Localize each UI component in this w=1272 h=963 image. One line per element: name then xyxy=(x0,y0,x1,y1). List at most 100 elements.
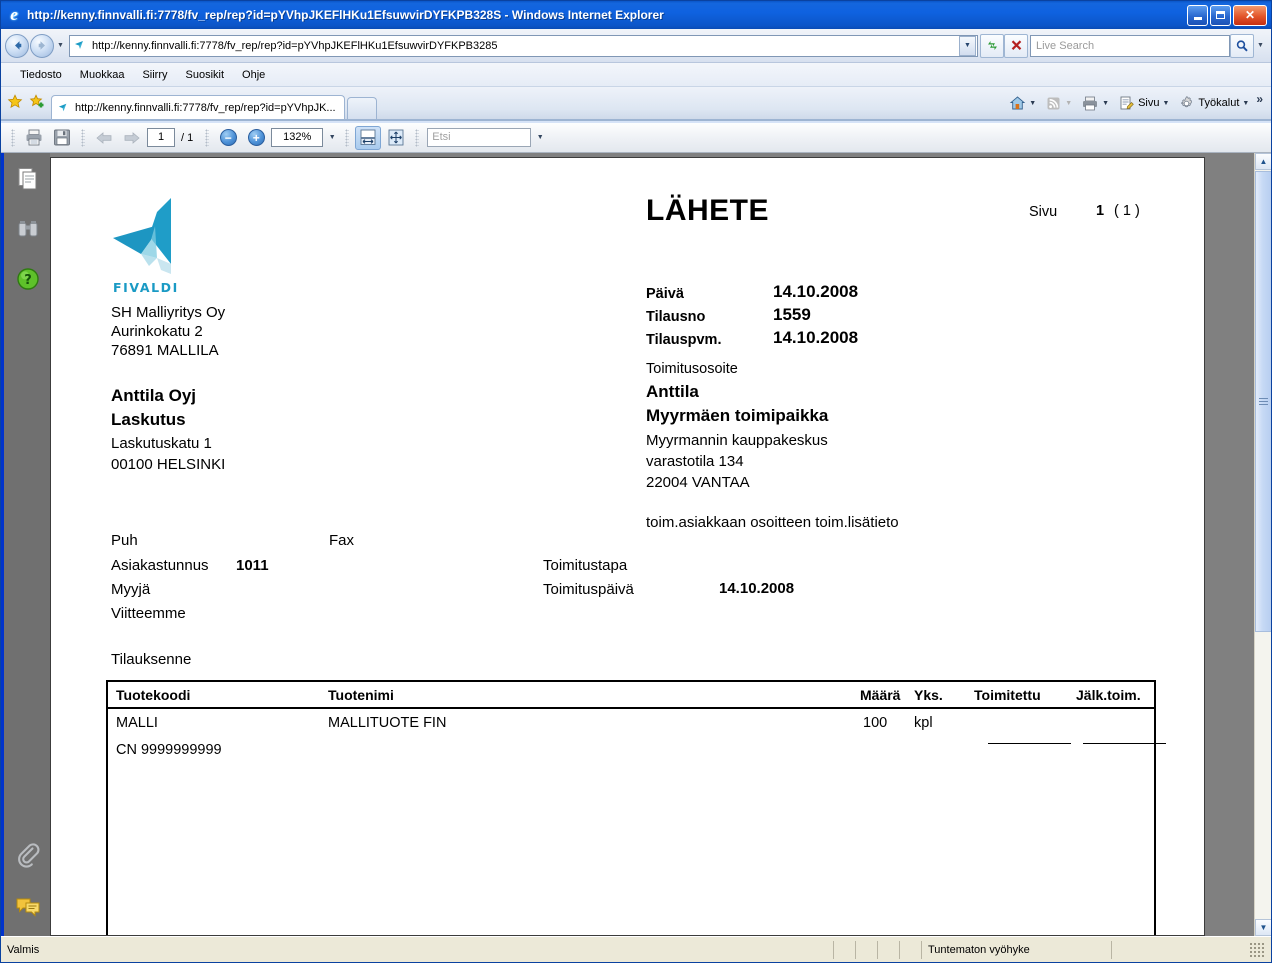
toolbar-grip xyxy=(81,128,85,147)
address-input[interactable]: http://kenny.finnvalli.fi:7778/fv_rep/re… xyxy=(92,40,959,52)
menu-item-tiedosto[interactable]: Tiedosto xyxy=(11,67,71,83)
tools-menu-label: Työkalut xyxy=(1198,97,1240,109)
items-table-body: MALLI MALLITUOTE FIN 100 kpl CN 99999999… xyxy=(108,709,1166,934)
print-icon xyxy=(26,129,42,146)
print-caret[interactable]: ▼ xyxy=(1102,100,1109,107)
history-dropdown[interactable]: ▼ xyxy=(54,34,67,58)
billing-name-2: Laskutus xyxy=(111,410,186,429)
print-button[interactable]: ▼ xyxy=(1077,93,1113,114)
sender-line-2: Aurinkokatu 2 xyxy=(111,323,203,340)
zoom-in-button[interactable]: + xyxy=(243,126,269,150)
menu-item-muokkaa[interactable]: Muokkaa xyxy=(71,67,134,83)
fivaldi-logo xyxy=(111,196,187,292)
billing-city: 00100 HELSINKI xyxy=(111,456,226,473)
items-table-header: Tuotekoodi Tuotenimi Määrä Yks. Toimitet… xyxy=(108,682,1154,709)
search-icon xyxy=(1236,39,1248,51)
menu-item-siirry[interactable]: Siirry xyxy=(133,67,176,83)
menu-bar: Tiedosto Muokkaa Siirry Suosikit Ohje xyxy=(1,63,1271,87)
pdf-save-button[interactable] xyxy=(49,126,75,150)
maximize-button[interactable] xyxy=(1210,4,1231,26)
add-favorite-icon[interactable] xyxy=(29,93,45,113)
binoculars-search-icon[interactable] xyxy=(14,215,42,243)
close-button[interactable]: ✕ xyxy=(1233,4,1267,26)
menu-item-suosikit[interactable]: Suosikit xyxy=(177,67,234,83)
cell-delivered-0-underline xyxy=(988,743,1071,744)
find-dropdown-caret[interactable]: ▼ xyxy=(533,128,547,147)
cell-unit-0: kpl xyxy=(914,715,933,731)
forward-button[interactable] xyxy=(30,33,54,58)
toolbar-grip xyxy=(345,128,350,147)
status-slot-5 xyxy=(1111,940,1271,959)
pdf-toolbar: 1 / 1 − + 132% ▼ Etsi ▼ xyxy=(1,123,1271,153)
delivery-method-label: Toimitustapa xyxy=(543,557,628,574)
gear-icon xyxy=(1181,95,1193,107)
zoom-out-button[interactable]: − xyxy=(215,126,241,150)
billing-street: Laskutuskatu 1 xyxy=(111,435,212,452)
next-page-button[interactable] xyxy=(119,126,145,150)
tab-bar: http://kenny.finnvalli.fi:7778/fv_rep/re… xyxy=(1,87,1271,121)
customer-no-value: 1011 xyxy=(236,557,269,574)
refresh-button[interactable] xyxy=(980,33,1004,58)
zoom-level-input[interactable]: 132% xyxy=(271,128,324,147)
tools-menu-button[interactable]: Työkalut ▼ xyxy=(1174,93,1253,114)
find-input[interactable]: Etsi xyxy=(427,128,532,147)
fit-page-button[interactable] xyxy=(383,126,409,150)
pdf-print-button[interactable] xyxy=(21,126,47,150)
address-dropdown-button[interactable]: ▼ xyxy=(959,35,976,56)
previous-page-button[interactable] xyxy=(91,126,117,150)
scroll-up-button[interactable]: ▲ xyxy=(1255,153,1271,170)
caption-buttons: ✕ xyxy=(1187,4,1271,26)
address-bar: ▼ http://kenny.finnvalli.fi:7778/fv_rep/… xyxy=(1,29,1271,63)
fit-width-button[interactable] xyxy=(355,125,382,150)
help-icon[interactable]: ? xyxy=(14,265,42,293)
vertical-scrollbar[interactable]: ▲ ▼ xyxy=(1254,153,1271,936)
attachments-icon[interactable] xyxy=(14,841,42,869)
delivery-line-1: Myyrmannin kauppakeskus xyxy=(646,432,828,449)
field-value-tilauspvm: 14.10.2008 xyxy=(773,328,859,347)
page-menu-caret[interactable]: ▼ xyxy=(1162,100,1169,107)
tools-menu-caret[interactable]: ▼ xyxy=(1242,100,1249,107)
page-menu-button[interactable]: Sivu ▼ xyxy=(1114,93,1173,114)
command-overflow-button[interactable]: » xyxy=(1254,92,1265,114)
search-button[interactable] xyxy=(1230,33,1254,58)
scroll-down-button[interactable]: ▼ xyxy=(1255,919,1271,936)
favorites-center-icon[interactable] xyxy=(7,93,23,113)
our-reference-label: Viitteemme xyxy=(111,605,186,622)
zoom-dropdown-caret[interactable]: ▼ xyxy=(325,128,339,147)
window-title: http://kenny.finnvalli.fi:7778/fv_rep/re… xyxy=(27,8,664,22)
minimize-button[interactable] xyxy=(1187,4,1208,26)
search-box[interactable]: Live Search xyxy=(1030,34,1230,57)
field-label-paiva: Päivä xyxy=(646,286,684,302)
scrollbar-thumb[interactable] xyxy=(1255,171,1271,632)
new-tab-button[interactable] xyxy=(346,97,377,119)
search-input[interactable]: Live Search xyxy=(1036,40,1227,52)
fivaldi-wordmark: FIVALDI xyxy=(113,280,179,295)
minus-icon: − xyxy=(219,129,237,146)
internet-explorer-icon: e xyxy=(5,6,23,24)
browser-tab[interactable]: http://kenny.finnvalli.fi:7778/fv_rep/re… xyxy=(51,95,345,119)
toolbar-grip xyxy=(205,128,210,147)
menu-item-ohje[interactable]: Ohje xyxy=(233,67,274,83)
search-dropdown[interactable]: ▼ xyxy=(1254,34,1267,58)
resize-grip-icon[interactable] xyxy=(1249,941,1265,958)
document-title: LÄHETE xyxy=(646,194,769,227)
page-value: 1 xyxy=(1096,203,1105,219)
right-arrow-icon xyxy=(124,131,140,144)
stop-button[interactable] xyxy=(1004,33,1028,58)
tab-favicon-icon xyxy=(57,101,71,115)
pages-panel-icon[interactable] xyxy=(14,165,42,193)
page-menu-label: Sivu xyxy=(1138,97,1160,109)
your-order-label: Tilauksenne xyxy=(111,651,192,668)
page-number-input[interactable]: 1 xyxy=(147,128,175,147)
comments-icon[interactable] xyxy=(14,893,42,921)
pdf-page-scroll-area[interactable]: FIVALDI SH Malliyritys Oy Aurinkokatu 2 … xyxy=(50,153,1254,936)
home-button[interactable]: ▼ xyxy=(1005,93,1040,114)
status-slot-4 xyxy=(899,940,921,959)
home-caret[interactable]: ▼ xyxy=(1029,100,1036,107)
back-button[interactable] xyxy=(5,33,29,58)
phone-label: Puh xyxy=(111,532,138,549)
delivery-date-value: 14.10.2008 xyxy=(719,580,795,597)
address-input-wrapper[interactable]: http://kenny.finnvalli.fi:7778/fv_rep/re… xyxy=(69,34,978,57)
save-icon xyxy=(54,129,70,146)
feeds-button[interactable]: ▼ xyxy=(1041,93,1076,114)
